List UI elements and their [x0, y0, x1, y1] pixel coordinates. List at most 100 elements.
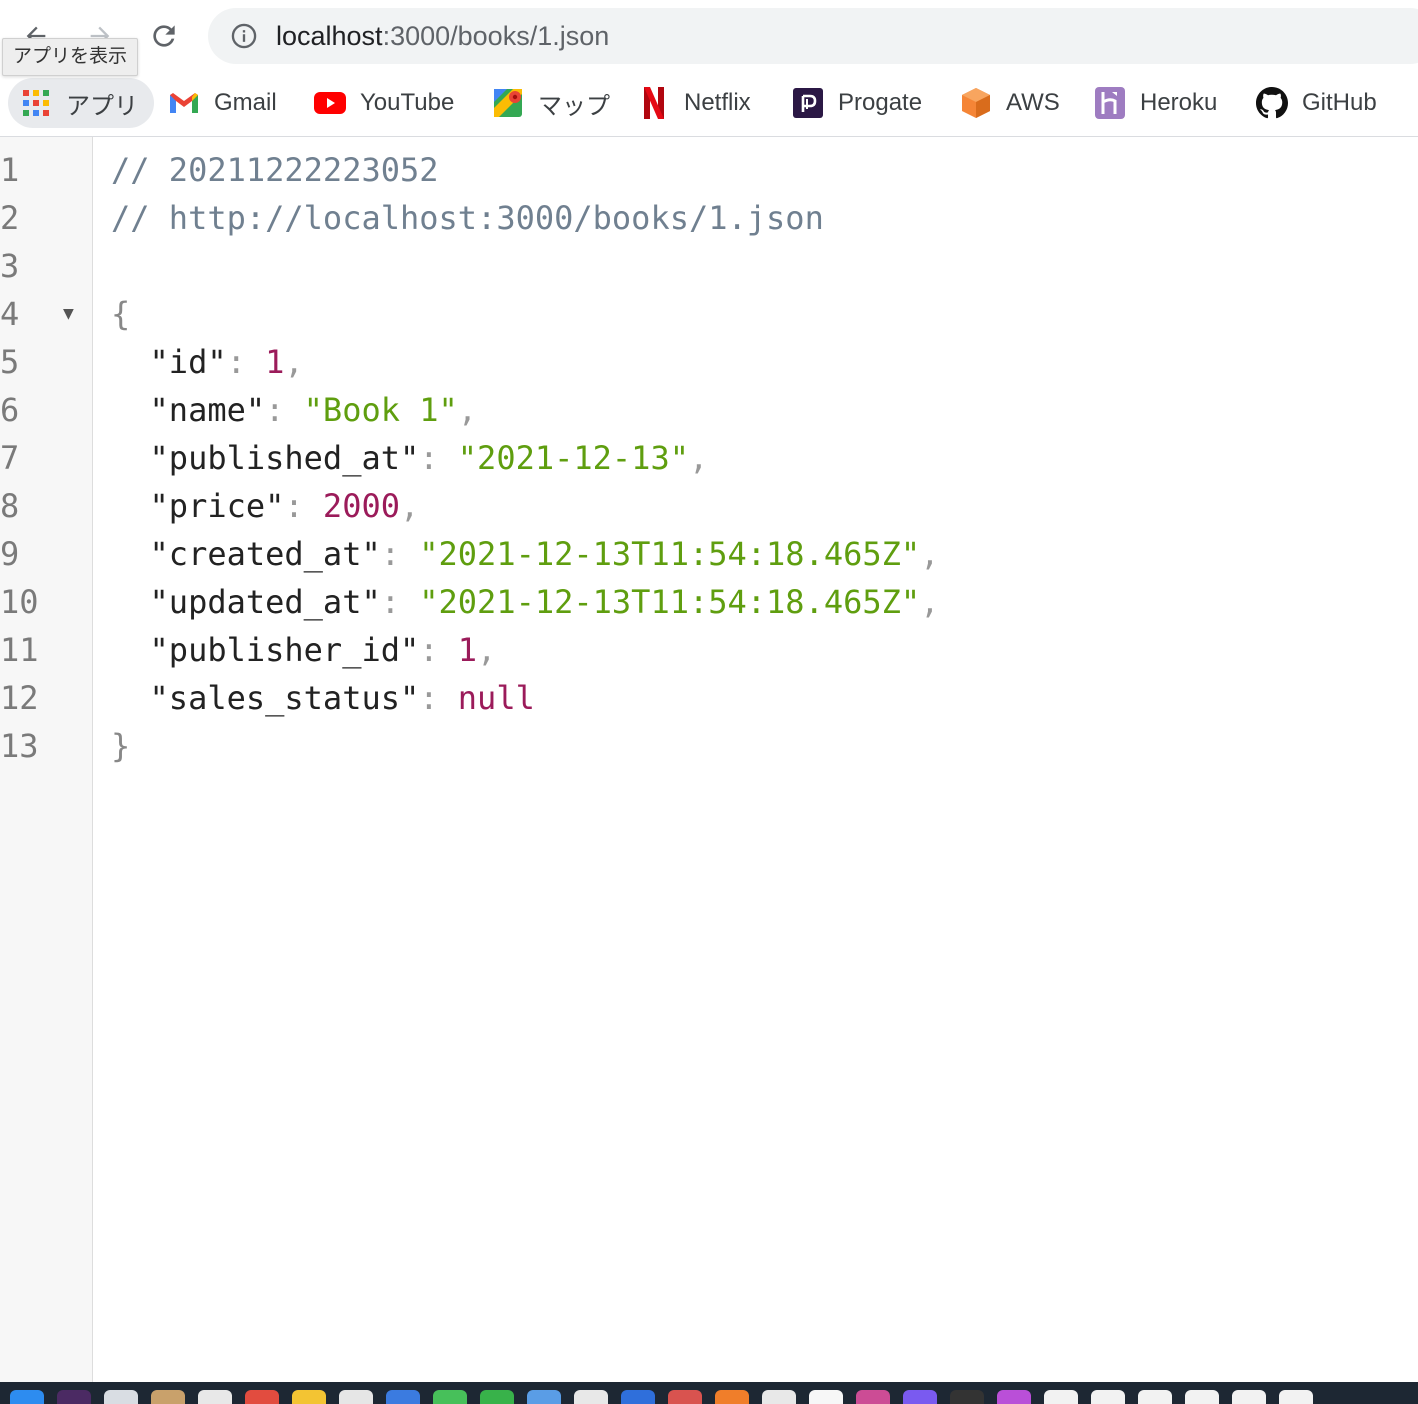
dock-app-icon[interactable]: [574, 1390, 608, 1404]
github-icon: [1256, 87, 1288, 119]
address-bar[interactable]: localhost:3000/books/1.json: [208, 8, 1418, 64]
bookmark-label: アプリ: [66, 92, 138, 120]
open-brace: {: [111, 295, 131, 333]
code-line: 6 "name": "Book 1",: [0, 386, 1418, 434]
line-number: 12: [0, 679, 39, 717]
comment-timestamp: // 20211222223052: [111, 151, 439, 189]
dock-app-icon[interactable]: [715, 1390, 749, 1404]
bookmark-label: GitHub: [1302, 89, 1377, 116]
code-line: 10 "updated_at": "2021-12-13T11:54:18.46…: [0, 578, 1418, 626]
dock-app-icon[interactable]: [668, 1390, 702, 1404]
bookmark-label: Gmail: [214, 89, 277, 116]
dock-app-icon[interactable]: [433, 1390, 467, 1404]
dock-app-icon[interactable]: [151, 1390, 185, 1404]
dock-app-icon[interactable]: [57, 1390, 91, 1404]
colon: :: [419, 439, 458, 477]
line-number: 13: [0, 727, 39, 765]
dock-app-icon[interactable]: [480, 1390, 514, 1404]
dock-app-icon[interactable]: [386, 1390, 420, 1404]
json-field: "price": 2000,: [111, 482, 420, 530]
dock-app-icon[interactable]: [245, 1390, 279, 1404]
code-line: 13 }: [0, 722, 1418, 770]
code-line: 4 ▼ {: [0, 290, 1418, 338]
dock-app-icon[interactable]: [903, 1390, 937, 1404]
line-number: 5: [0, 343, 20, 381]
line-number: 1: [0, 151, 20, 189]
bookmark-youtube[interactable]: YouTube: [314, 78, 454, 128]
url-path: :3000/books/1.json: [382, 21, 610, 51]
json-value: null: [457, 679, 535, 717]
trailing-comma: ,: [688, 439, 709, 477]
line-number: 7: [0, 439, 20, 477]
dock-app-icon[interactable]: [1044, 1390, 1078, 1404]
json-field: "id": 1,: [111, 338, 304, 386]
dock-app-icon[interactable]: [527, 1390, 561, 1404]
dock-app-icon[interactable]: [292, 1390, 326, 1404]
dock-app-icon[interactable]: [809, 1390, 843, 1404]
bookmark-github[interactable]: GitHub: [1256, 78, 1377, 128]
code-line: 9 "created_at": "2021-12-13T11:54:18.465…: [0, 530, 1418, 578]
dock-app-icon[interactable]: [10, 1390, 44, 1404]
trailing-comma: ,: [457, 391, 478, 429]
fold-toggle-icon[interactable]: ▼: [63, 290, 74, 338]
json-field: "published_at": "2021-12-13",: [111, 434, 709, 482]
dock-app-icon[interactable]: [621, 1390, 655, 1404]
line-number: 2: [0, 199, 20, 237]
reload-icon: [153, 25, 175, 47]
gmail-icon: [168, 87, 200, 119]
bookmark-heroku[interactable]: Heroku: [1094, 78, 1217, 128]
colon: :: [419, 679, 458, 717]
json-field: "sales_status": null: [111, 674, 535, 722]
colon: :: [265, 391, 304, 429]
line-number: 10: [0, 583, 39, 621]
bookmark-aws[interactable]: AWS: [960, 78, 1060, 128]
bookmark-gmail[interactable]: Gmail: [168, 78, 277, 128]
heroku-icon: [1094, 87, 1126, 119]
code-line: 11 "publisher_id": 1,: [0, 626, 1418, 674]
dock-app-icon[interactable]: [1232, 1390, 1266, 1404]
trailing-comma: ,: [920, 535, 940, 573]
json-value: 1: [457, 631, 478, 669]
json-key: "created_at": [149, 535, 381, 573]
dock-icons: [10, 1390, 1326, 1404]
line-number: 4: [0, 295, 20, 333]
url-text: localhost:3000/books/1.json: [276, 8, 609, 64]
json-key: "published_at": [149, 439, 420, 477]
bookmark-maps[interactable]: マップ: [492, 78, 610, 128]
dock-app-icon[interactable]: [950, 1390, 984, 1404]
dock-app-icon[interactable]: [339, 1390, 373, 1404]
info-icon[interactable]: [230, 22, 258, 50]
line-number: 9: [0, 535, 20, 573]
dock-app-icon[interactable]: [198, 1390, 232, 1404]
json-key: "price": [149, 487, 285, 525]
dock-app-icon[interactable]: [856, 1390, 890, 1404]
bookmark-label: Netflix: [684, 89, 751, 116]
comment-url: // http://localhost:3000/books/1.json: [111, 199, 824, 237]
line-number: 11: [0, 631, 39, 669]
dock-app-icon[interactable]: [1138, 1390, 1172, 1404]
json-key: "id": [149, 343, 227, 381]
dock-app-icon[interactable]: [1185, 1390, 1219, 1404]
colon: :: [226, 343, 266, 381]
bookmark-apps[interactable]: アプリ: [8, 78, 154, 128]
dock-app-icon[interactable]: [1091, 1390, 1125, 1404]
bookmark-progate[interactable]: Progate: [792, 78, 922, 128]
code-line: 8 "price": 2000,: [0, 482, 1418, 530]
line-number: 6: [0, 391, 20, 429]
dock-app-icon[interactable]: [762, 1390, 796, 1404]
dock-app-icon[interactable]: [997, 1390, 1031, 1404]
youtube-icon: [314, 87, 346, 119]
bookmark-netflix[interactable]: Netflix: [638, 78, 751, 128]
json-viewer: 1 // 20211222223052 2 // http://localhos…: [0, 146, 1418, 770]
json-value: "2021-12-13": [457, 439, 689, 477]
code-line: 7 "published_at": "2021-12-13",: [0, 434, 1418, 482]
progate-icon: [792, 87, 824, 119]
code-line: 5 "id": 1,: [0, 338, 1418, 386]
dock-app-icon[interactable]: [104, 1390, 138, 1404]
trailing-comma: ,: [920, 583, 940, 621]
code-line: 12 "sales_status": null: [0, 674, 1418, 722]
code-line: 2 // http://localhost:3000/books/1.json: [0, 194, 1418, 242]
reload-button[interactable]: [142, 14, 186, 58]
tooltip: アプリを表示: [2, 38, 139, 76]
dock-app-icon[interactable]: [1279, 1390, 1313, 1404]
